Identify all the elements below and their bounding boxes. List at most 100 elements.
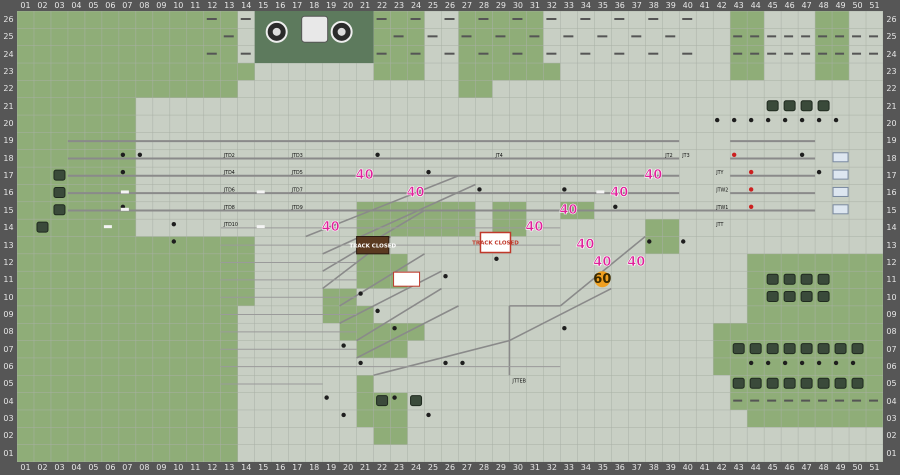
signal-light-icon[interactable] — [358, 360, 363, 366]
track-section-label: JTD10 — [223, 222, 238, 228]
signal-light-icon[interactable] — [816, 360, 822, 366]
indicator-button[interactable] — [800, 343, 813, 355]
col-label-top-31: 31 — [529, 1, 540, 10]
indicator-button[interactable] — [817, 291, 830, 303]
signal-light-icon[interactable] — [748, 117, 754, 123]
signal-light-icon[interactable] — [748, 360, 754, 366]
signal-light-icon[interactable] — [477, 187, 482, 192]
signal-light-icon[interactable] — [375, 152, 380, 157]
route-box[interactable] — [832, 152, 849, 163]
signal-light-icon[interactable] — [341, 343, 346, 348]
indicator-button[interactable] — [53, 186, 66, 198]
col-label-top-18: 18 — [309, 1, 320, 10]
route-box[interactable] — [832, 204, 849, 215]
indicator-button[interactable] — [36, 221, 49, 233]
signal-light-icon[interactable] — [392, 326, 397, 331]
indicator-button[interactable] — [800, 291, 813, 303]
route-box[interactable] — [832, 169, 849, 180]
signal-light-icon[interactable] — [324, 395, 329, 400]
label-bar — [240, 18, 251, 20]
indicator-button[interactable] — [766, 273, 779, 285]
master-switch-icon[interactable] — [301, 15, 329, 43]
indicator-button[interactable] — [800, 377, 813, 389]
signal-light-icon[interactable] — [833, 117, 839, 123]
signal-light-icon[interactable] — [647, 239, 652, 244]
col-label-bottom-15: 15 — [258, 463, 269, 472]
signal-red-icon[interactable] — [748, 204, 754, 210]
indicator-button[interactable] — [749, 377, 762, 389]
signal-light-icon[interactable] — [714, 117, 720, 123]
indicator-button[interactable] — [766, 100, 779, 112]
signal-light-icon[interactable] — [765, 117, 771, 123]
indicator-button[interactable] — [834, 377, 847, 389]
signal-light-icon[interactable] — [833, 360, 839, 366]
indicator-button[interactable] — [376, 395, 389, 407]
signal-light-icon[interactable] — [562, 326, 567, 331]
signal-light-icon[interactable] — [392, 395, 397, 400]
indicator-button[interactable] — [53, 204, 66, 216]
signal-light-icon[interactable] — [816, 117, 822, 123]
signal-light-icon[interactable] — [460, 360, 465, 366]
signal-light-icon[interactable] — [426, 412, 431, 418]
indicator-button[interactable] — [410, 395, 423, 407]
indicator-button[interactable] — [783, 273, 796, 285]
signal-light-icon[interactable] — [120, 169, 126, 175]
signal-light-icon[interactable] — [681, 239, 686, 244]
signal-light-icon[interactable] — [443, 273, 448, 279]
indicator-button[interactable] — [817, 273, 830, 285]
signal-light-icon[interactable] — [799, 117, 805, 123]
col-label-bottom-13: 13 — [224, 463, 235, 472]
indicator-button[interactable] — [766, 291, 779, 303]
signal-red-icon[interactable] — [731, 152, 737, 157]
indicator-button[interactable] — [749, 343, 762, 355]
indicator-button[interactable] — [766, 377, 779, 389]
signal-light-icon[interactable] — [816, 169, 822, 175]
green-zone — [356, 375, 374, 428]
indicator-button[interactable] — [732, 343, 745, 355]
signal-light-icon[interactable] — [731, 117, 737, 123]
indicator-button[interactable] — [732, 377, 745, 389]
warning-card[interactable] — [393, 271, 421, 287]
indicator-button[interactable] — [817, 377, 830, 389]
signal-light-icon[interactable] — [613, 204, 618, 210]
signal-light-icon[interactable] — [494, 256, 499, 262]
indicator-button[interactable] — [766, 343, 779, 355]
indicator-button[interactable] — [783, 343, 796, 355]
signal-light-icon[interactable] — [562, 187, 567, 192]
col-label-bottom-33: 33 — [563, 463, 574, 472]
indicator-button[interactable] — [53, 169, 66, 181]
signal-light-icon[interactable] — [782, 117, 788, 123]
label-bar — [563, 35, 574, 38]
indicator-button[interactable] — [783, 377, 796, 389]
signal-light-icon[interactable] — [341, 412, 346, 418]
signal-light-icon[interactable] — [765, 360, 771, 366]
signal-light-icon[interactable] — [358, 291, 363, 296]
signal-light-icon[interactable] — [120, 152, 126, 157]
signal-red-icon[interactable] — [748, 169, 754, 175]
indicator-button[interactable] — [783, 291, 796, 303]
indicator-button[interactable] — [834, 343, 847, 355]
indicator-button[interactable] — [851, 343, 864, 355]
signal-red-icon[interactable] — [748, 187, 754, 192]
route-box[interactable] — [832, 186, 849, 197]
indicator-button[interactable] — [817, 343, 830, 355]
indicator-button[interactable] — [800, 273, 813, 285]
col-label-bottom-09: 09 — [156, 463, 167, 472]
signal-light-icon[interactable] — [426, 169, 431, 175]
indicator-button[interactable] — [851, 377, 864, 389]
signal-light-icon[interactable] — [782, 360, 788, 366]
signal-light-icon[interactable] — [443, 360, 448, 366]
signal-light-icon[interactable] — [375, 308, 380, 314]
col-label-top-05: 05 — [88, 1, 99, 10]
row-label-left-10: 10 — [3, 292, 14, 302]
signal-light-icon[interactable] — [799, 360, 805, 366]
signal-light-icon[interactable] — [137, 152, 143, 157]
label-bar — [444, 18, 455, 20]
indicator-button[interactable] — [800, 100, 813, 112]
indicator-button[interactable] — [817, 100, 830, 112]
indicator-button[interactable] — [783, 100, 796, 112]
signal-light-icon[interactable] — [171, 239, 177, 244]
signal-light-icon[interactable] — [850, 360, 856, 366]
signal-light-icon[interactable] — [799, 152, 805, 157]
signal-light-icon[interactable] — [171, 221, 177, 227]
